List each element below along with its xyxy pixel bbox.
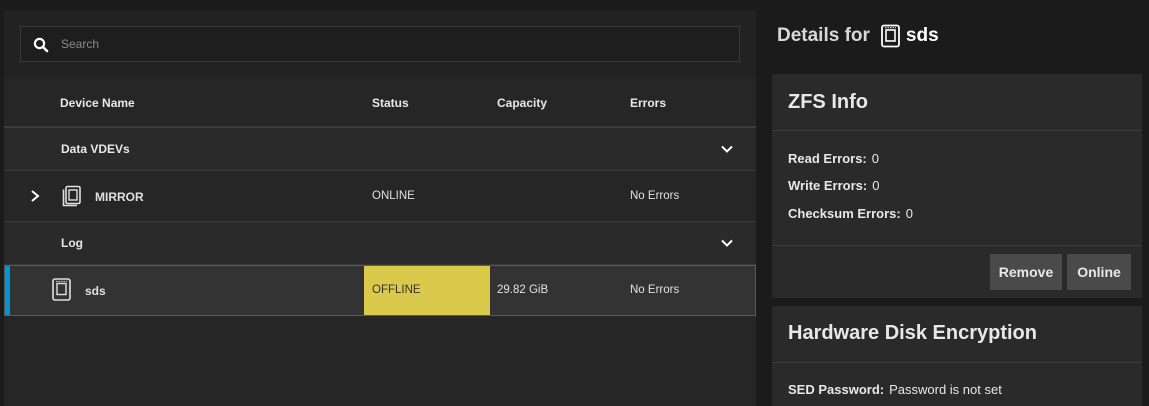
card-title: ZFS Info bbox=[788, 91, 868, 113]
device-errors: No Errors bbox=[630, 190, 680, 202]
search-bar bbox=[4, 10, 756, 78]
device-status: ONLINE bbox=[372, 190, 415, 202]
sed-password-value: Password is not set bbox=[889, 382, 1002, 397]
read-errors-value: 0 bbox=[871, 151, 879, 166]
details-title-prefix: Details for bbox=[777, 25, 870, 46]
write-errors-label: Write Errors: bbox=[788, 178, 868, 193]
mirror-icon bbox=[62, 185, 81, 207]
group-label: Log bbox=[61, 236, 83, 250]
divider bbox=[772, 245, 1142, 246]
remove-button[interactable]: Remove bbox=[990, 254, 1062, 290]
chevron-right-icon[interactable] bbox=[28, 189, 42, 203]
read-errors: Read Errors: 0 bbox=[788, 151, 879, 166]
device-name: sds bbox=[85, 284, 106, 298]
table-row-selected[interactable]: sds OFFLINE 29.82 GiB No Errors bbox=[4, 265, 756, 316]
hardware-encryption-card: Hardware Disk Encryption SED Password: Pa… bbox=[772, 306, 1142, 406]
details-title: Details for sds bbox=[777, 24, 939, 48]
search-input[interactable] bbox=[61, 27, 721, 61]
status-badge: OFFLINE bbox=[364, 266, 490, 315]
column-status[interactable]: Status bbox=[372, 96, 409, 110]
chevron-down-icon[interactable] bbox=[718, 234, 736, 252]
details-device-name: sds bbox=[905, 25, 939, 46]
sed-password: SED Password: Password is not set bbox=[788, 382, 1002, 397]
read-errors-label: Read Errors: bbox=[788, 151, 867, 166]
group-row-data-vdevs[interactable]: Data VDEVs bbox=[4, 128, 756, 171]
divider bbox=[772, 130, 1142, 131]
table-row[interactable]: MIRROR ONLINE No Errors bbox=[4, 171, 756, 222]
column-errors[interactable]: Errors bbox=[630, 96, 666, 110]
device-name: MIRROR bbox=[95, 190, 144, 204]
devices-panel: Device Name Status Capacity Errors Data … bbox=[4, 10, 756, 406]
device-errors: No Errors bbox=[630, 284, 680, 296]
chevron-down-icon[interactable] bbox=[718, 140, 736, 158]
search-icon bbox=[33, 37, 49, 53]
device-capacity: 29.82 GiB bbox=[497, 284, 549, 296]
disk-icon bbox=[881, 24, 900, 48]
divider bbox=[772, 362, 1142, 363]
write-errors-value: 0 bbox=[872, 178, 880, 193]
sed-password-label: SED Password: bbox=[788, 382, 885, 397]
selection-indicator bbox=[5, 266, 10, 315]
table-header: Device Name Status Capacity Errors bbox=[4, 78, 756, 128]
checksum-errors-value: 0 bbox=[905, 206, 913, 221]
search-box[interactable] bbox=[20, 26, 740, 62]
column-device-name[interactable]: Device Name bbox=[60, 96, 135, 110]
group-row-log[interactable]: Log bbox=[4, 222, 756, 265]
write-errors: Write Errors: 0 bbox=[788, 178, 879, 193]
online-button[interactable]: Online bbox=[1067, 254, 1131, 290]
card-title: Hardware Disk Encryption bbox=[788, 322, 1037, 344]
checksum-errors: Checksum Errors: 0 bbox=[788, 206, 913, 221]
column-capacity[interactable]: Capacity bbox=[497, 96, 547, 110]
disk-icon bbox=[52, 278, 71, 301]
device-status: OFFLINE bbox=[372, 284, 421, 296]
group-label: Data VDEVs bbox=[61, 142, 130, 156]
checksum-errors-label: Checksum Errors: bbox=[788, 206, 901, 221]
page: Device Name Status Capacity Errors Data … bbox=[0, 0, 1149, 406]
